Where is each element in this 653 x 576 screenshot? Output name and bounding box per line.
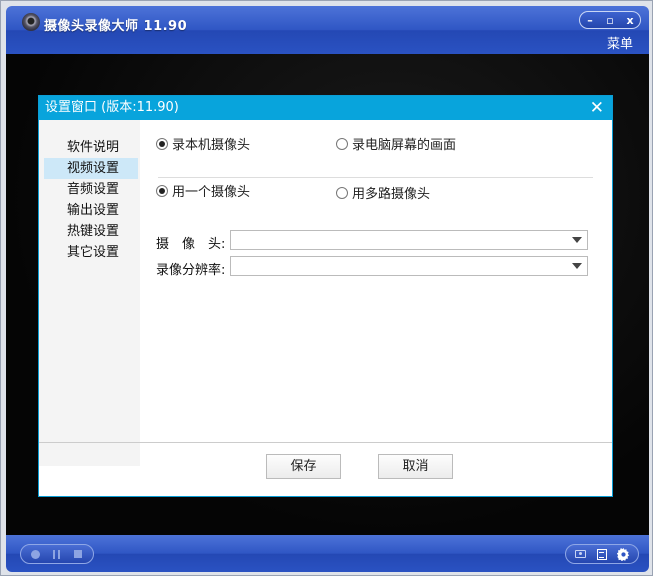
minimize-button[interactable]: – [583,15,597,26]
app-title: 摄像头录像大师 11.90 [44,19,188,34]
radio-indicator [156,184,168,197]
app-window: 摄像头录像大师 11.90 – ▫ x 菜单 设置窗口 (版本:11.90) ✕… [0,0,653,576]
dialog-title-bar[interactable]: 设置窗口 (版本:11.90) ✕ [39,96,612,120]
resolution-label: 录像分辨率: [156,263,226,278]
window-controls: – ▫ x [579,11,641,29]
record-list-button[interactable] [593,546,611,562]
dialog-title: 设置窗口 (版本:11.90) [45,100,179,115]
maximize-button[interactable]: ▫ [603,15,617,26]
settings-button[interactable] [614,546,632,562]
pause-button[interactable] [48,547,66,561]
radio-single-camera[interactable]: 用一个摄像头 [156,181,250,200]
playback-controls [20,544,94,564]
radio-multi-camera[interactable]: 用多路摄像头 [336,183,430,202]
settings-dialog: 设置窗口 (版本:11.90) ✕ 软件说明 视频设置 音频设置 输出设置 热键… [38,95,613,497]
stop-icon [74,550,83,558]
dialog-close-button[interactable]: ✕ [590,96,604,120]
list-icon [596,548,607,560]
sidebar-item-video-settings[interactable]: 视频设置 [44,158,138,179]
sidebar-item-other-settings[interactable]: 其它设置 [39,242,140,263]
chevron-down-icon [572,237,582,243]
sidebar-item-hotkey-settings[interactable]: 热键设置 [39,221,140,242]
sidebar-item-audio-settings[interactable]: 音频设置 [39,179,140,200]
resolution-select[interactable] [230,256,588,276]
radio-indicator [336,186,348,199]
camera-label: 摄 像 头: [156,237,226,252]
snapshot-button[interactable] [572,546,590,562]
sidebar-item-software-info[interactable]: 软件说明 [39,137,140,158]
divider [158,177,593,178]
close-button[interactable]: x [623,15,637,26]
tool-controls [565,544,639,564]
record-icon [31,549,41,559]
record-button[interactable] [27,547,45,561]
radio-label: 用多路摄像头 [352,187,431,202]
cancel-button[interactable]: 取消 [378,454,453,479]
footer-divider [39,442,612,443]
camera-select[interactable] [230,230,588,250]
menu-button[interactable]: 菜单 [607,33,633,52]
stop-button[interactable] [69,547,87,561]
gear-icon [616,547,629,561]
bottom-toolbar [6,535,649,572]
pause-icon [53,549,61,559]
radio-indicator [336,137,348,150]
webcam-logo-icon [22,13,40,31]
chevron-down-icon [572,263,582,269]
radio-label: 用一个摄像头 [172,185,251,200]
radio-label: 录本机摄像头 [172,138,251,153]
video-settings-panel: 录本机摄像头 录电脑屏幕的画面 用一个摄像头 用多路摄像头 摄 像 头: 录像分… [140,120,612,442]
title-bar[interactable]: 摄像头录像大师 11.90 – ▫ x 菜单 [6,6,649,54]
save-button[interactable]: 保存 [266,454,341,479]
radio-label: 录电脑屏幕的画面 [352,138,457,153]
settings-sidebar: 软件说明 视频设置 音频设置 输出设置 热键设置 其它设置 [39,120,140,466]
radio-indicator [156,137,168,150]
sidebar-item-output-settings[interactable]: 输出设置 [39,200,140,221]
radio-record-screen[interactable]: 录电脑屏幕的画面 [336,134,456,153]
radio-record-camera[interactable]: 录本机摄像头 [156,134,250,153]
camera-icon [575,550,587,558]
